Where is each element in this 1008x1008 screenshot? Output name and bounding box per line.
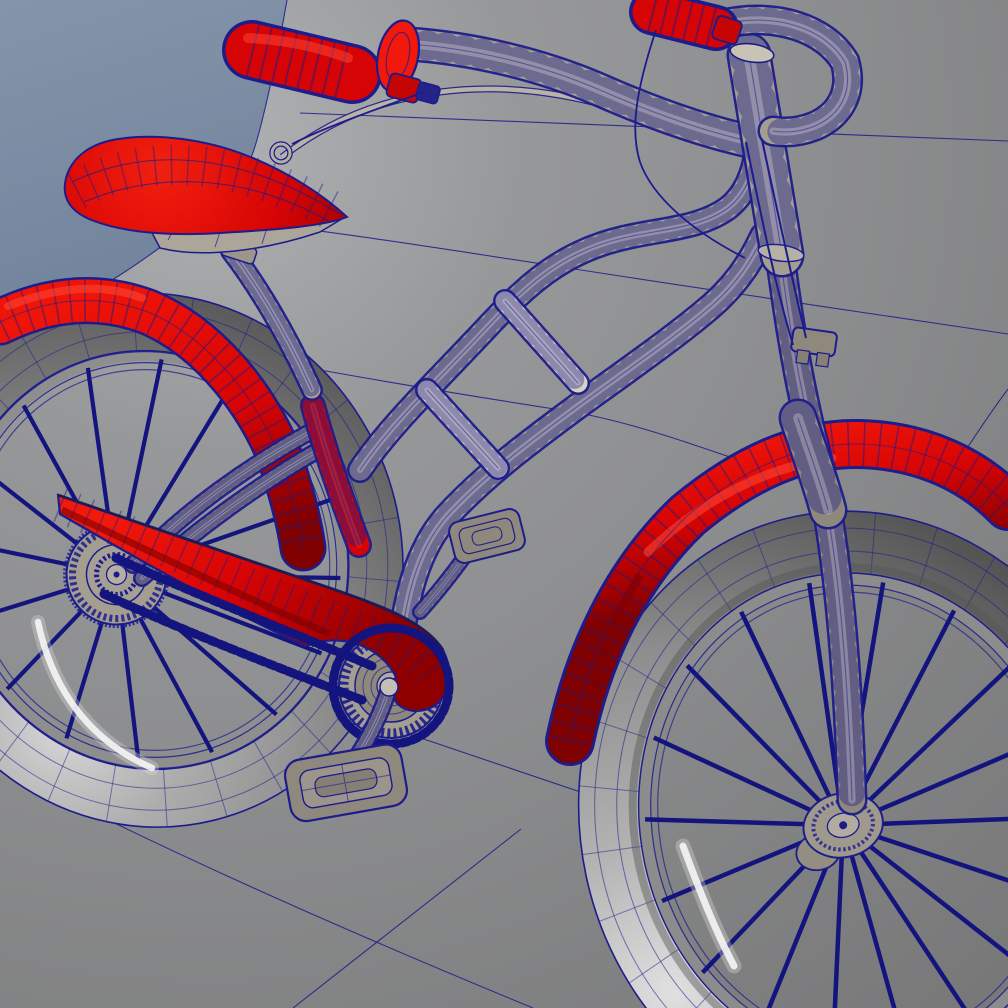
crank-axle-cap <box>379 677 399 697</box>
viewport-canvas[interactable] <box>0 0 1008 1008</box>
viewport[interactable] <box>0 0 1008 1008</box>
